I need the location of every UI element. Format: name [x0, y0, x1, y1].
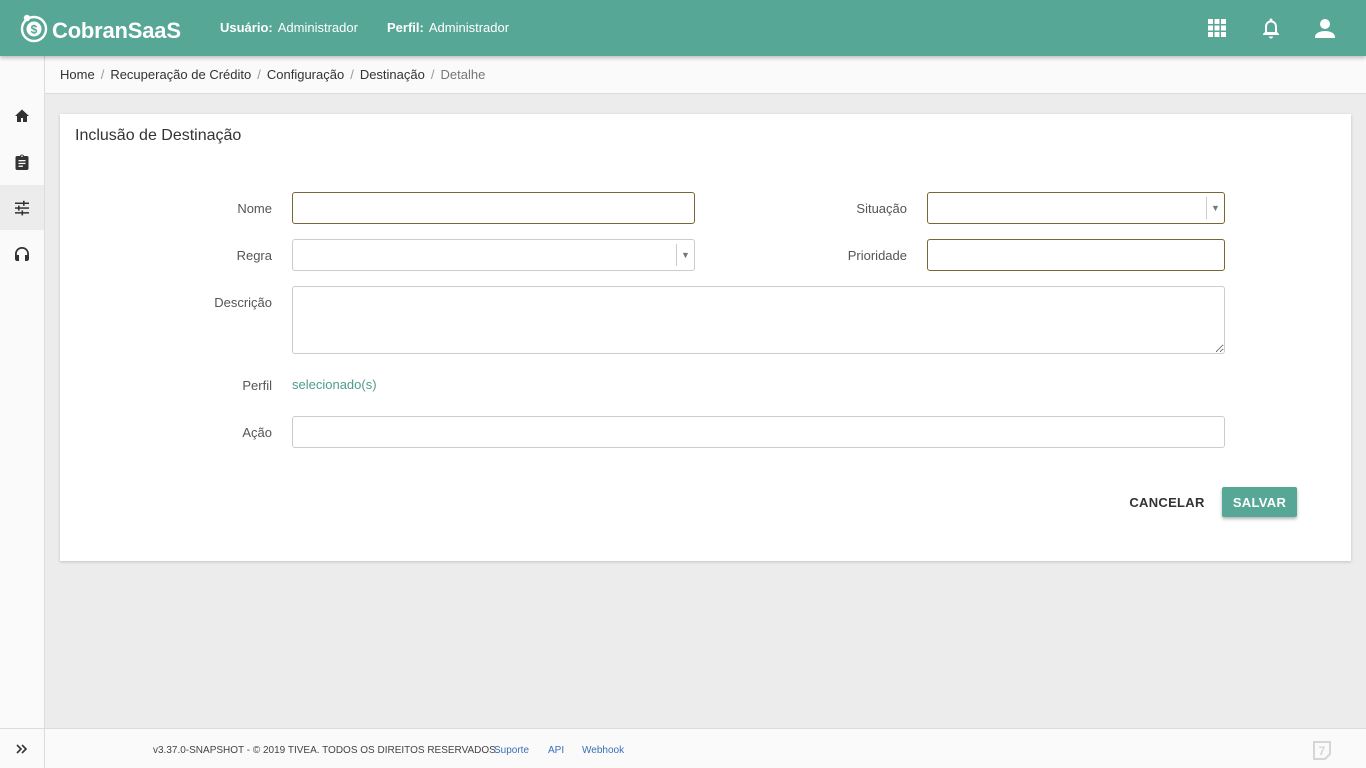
- perfil-label: Perfil: [242, 378, 272, 393]
- footer-link-api[interactable]: API: [548, 745, 564, 756]
- user-account-icon[interactable]: [1312, 15, 1338, 41]
- brand-logo[interactable]: $ CobranSaaS: [19, 12, 181, 44]
- breadcrumb-current: Detalhe: [440, 67, 486, 82]
- double-chevron-right-icon: [16, 743, 28, 754]
- prioridade-input[interactable]: [927, 239, 1225, 271]
- user-value: Administrador: [277, 20, 358, 35]
- situacao-select[interactable]: ▼: [927, 192, 1225, 224]
- svg-text:7: 7: [1319, 744, 1326, 758]
- form-title: Inclusão de Destinação: [75, 127, 242, 144]
- breadcrumb-separator: /: [350, 67, 354, 82]
- sidebar-item-clipboard[interactable]: [0, 139, 44, 184]
- home-icon: [15, 109, 29, 122]
- sidebar-item-settings[interactable]: [0, 185, 44, 230]
- acao-label: Ação: [242, 425, 272, 440]
- profile-value: Administrador: [428, 20, 510, 35]
- notification-bell-icon[interactable]: [1258, 15, 1284, 41]
- footer-link-webhook[interactable]: Webhook: [582, 745, 624, 756]
- breadcrumb-separator: /: [100, 67, 105, 82]
- acao-input[interactable]: [292, 416, 1225, 448]
- top-bar: $ CobranSaaS Usuário: Administrador Perfi…: [0, 0, 1366, 56]
- tivea-logo-icon: 7: [1313, 741, 1331, 760]
- profile-info: Perfil: Administrador: [387, 20, 509, 35]
- sidebar: [0, 56, 45, 768]
- footer-copyright: v3.37.0-SNAPSHOT - © 2019 TIVEA. TODOS O…: [153, 745, 499, 756]
- dropdown-arrow-icon: ▼: [1206, 197, 1224, 219]
- breadcrumb-configuracao[interactable]: Configuração: [267, 67, 344, 82]
- brand-name: CobranSaaS: [52, 18, 181, 43]
- descricao-label: Descrição: [214, 295, 272, 310]
- cobransaas-logo-icon: $: [20, 14, 48, 43]
- svg-text:$: $: [31, 23, 38, 37]
- apps-grid-icon[interactable]: [1204, 15, 1230, 41]
- prioridade-label: Prioridade: [847, 248, 907, 263]
- sidebar-item-home[interactable]: [0, 93, 44, 138]
- footer: v3.37.0-SNAPSHOT - © 2019 TIVEA. TODOS O…: [45, 728, 1366, 768]
- breadcrumb: Home / Recuperação de Crédito / Configuração…: [60, 67, 485, 82]
- breadcrumb-destinacao[interactable]: Destinação: [360, 67, 425, 82]
- profile-label: Perfil:: [387, 20, 424, 35]
- form-card: Inclusão de Destinação Nome Situação ▼ R…: [60, 114, 1351, 561]
- regra-label: Regra: [236, 248, 272, 263]
- footer-link-suporte[interactable]: Suporte: [494, 745, 529, 756]
- breadcrumb-recuperacao-credito[interactable]: Recuperação de Crédito: [110, 67, 251, 82]
- breadcrumb-home[interactable]: Home: [60, 67, 95, 82]
- sidebar-expand-button[interactable]: [0, 728, 44, 768]
- sliders-icon: [15, 200, 29, 215]
- breadcrumb-separator: /: [257, 67, 261, 82]
- regra-select[interactable]: ▼: [292, 239, 695, 271]
- breadcrumb-bar: Home / Recuperação de Crédito / Configuração…: [45, 56, 1366, 94]
- nome-label: Nome: [237, 201, 272, 216]
- user-info: Usuário: Administrador: [220, 20, 358, 35]
- headset-icon: [15, 246, 29, 261]
- cancel-button[interactable]: CANCELAR: [1122, 488, 1212, 516]
- dropdown-arrow-icon: ▼: [676, 244, 694, 266]
- breadcrumb-separator: /: [430, 67, 435, 82]
- perfil-selected-link[interactable]: selecionado(s): [292, 377, 377, 392]
- user-label: Usuário:: [220, 20, 273, 35]
- clipboard-icon: [15, 154, 29, 170]
- save-button[interactable]: SALVAR: [1222, 487, 1297, 517]
- sidebar-item-support[interactable]: [0, 231, 44, 276]
- situacao-label: Situação: [856, 201, 907, 216]
- nome-input[interactable]: [292, 192, 695, 224]
- descricao-textarea[interactable]: [292, 286, 1225, 354]
